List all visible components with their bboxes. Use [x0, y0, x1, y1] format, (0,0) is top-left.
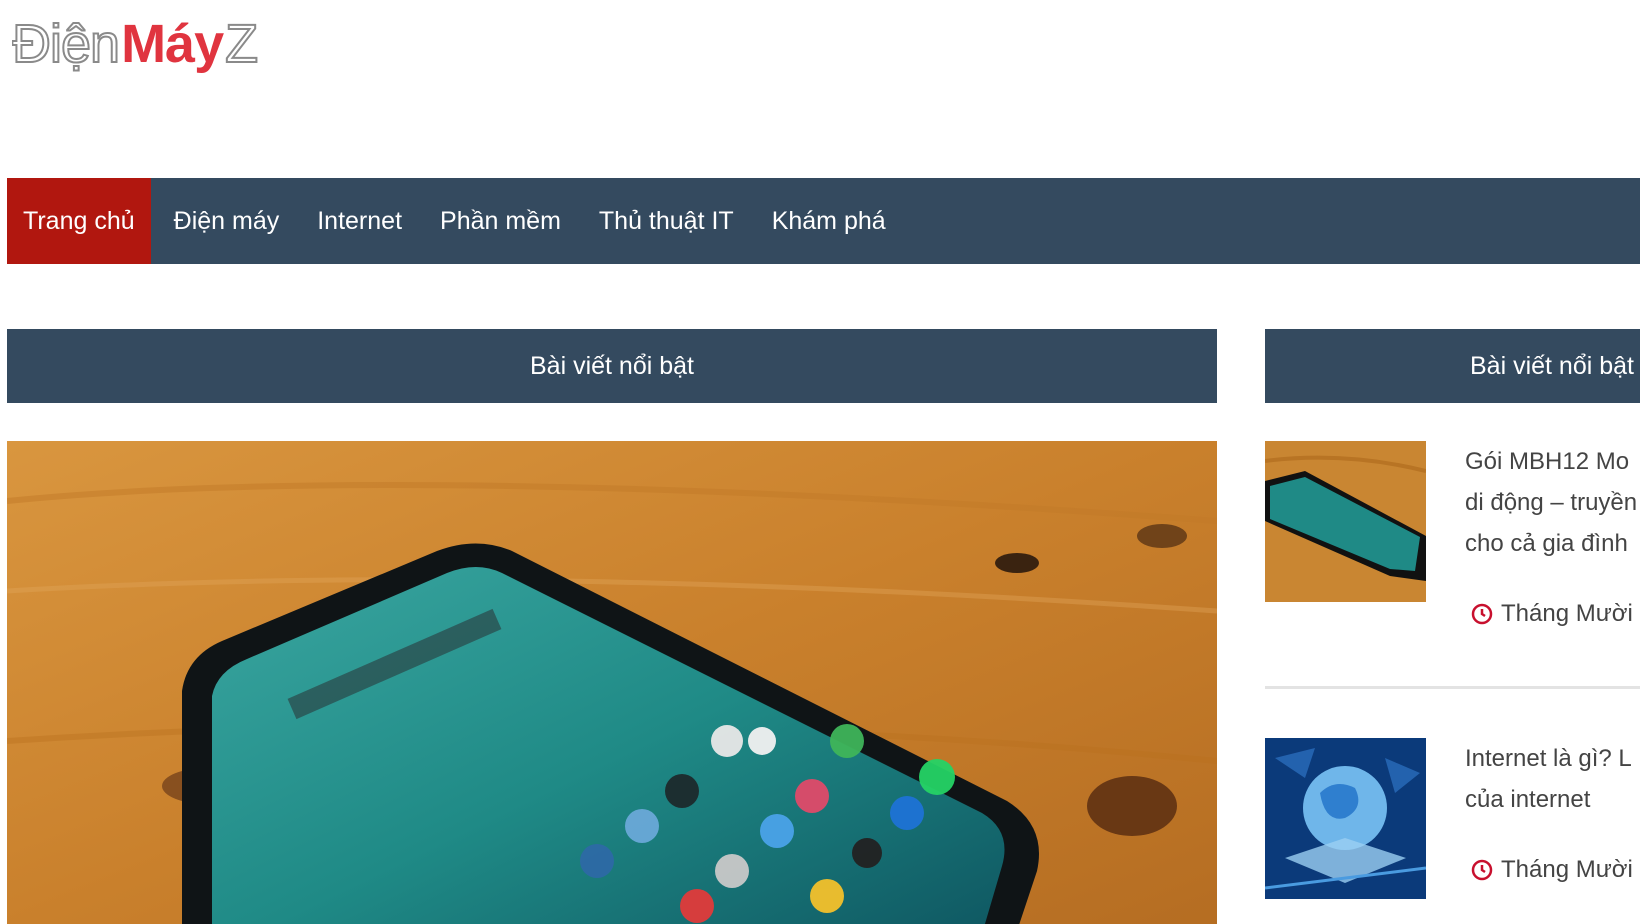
nav-item-dien-may[interactable]: Điện máy — [155, 178, 299, 264]
featured-post-image[interactable] — [7, 441, 1217, 924]
post-title[interactable]: Internet là gì? L của internet — [1465, 738, 1640, 820]
post-title-line: di động – truyền — [1465, 489, 1638, 516]
post-date: Tháng Mười — [1471, 600, 1633, 628]
sidebar-divider — [1265, 686, 1640, 689]
site-logo[interactable]: Điện Máy Z — [12, 10, 322, 80]
sidebar-featured-header: Bài viết nổi bật — [1265, 329, 1640, 403]
sidebar-post-1[interactable]: Gói MBH12 Mo di động – truyền cho cả gia… — [1265, 441, 1640, 627]
post-date-text: Tháng Mười — [1501, 856, 1633, 883]
post-thumbnail[interactable] — [1265, 441, 1426, 602]
nav-item-thu-thuat-it[interactable]: Thủ thuật IT — [580, 178, 753, 264]
post-title-line: cho cả gia đình — [1465, 530, 1628, 557]
nav-item-kham-pha[interactable]: Khám phá — [753, 178, 905, 264]
post-date-text: Tháng Mười — [1501, 600, 1633, 627]
sidebar-post-2[interactable]: Internet là gì? L của internet Tháng Mườ… — [1265, 738, 1640, 908]
featured-posts-header: Bài viết nổi bật — [7, 329, 1217, 403]
logo-part-may: Máy — [121, 14, 224, 74]
clock-icon — [1471, 603, 1493, 625]
post-title-line: Gói MBH12 Mo — [1465, 448, 1630, 475]
clock-icon — [1471, 859, 1493, 881]
post-title-line: Internet là gì? L — [1465, 745, 1632, 772]
main-nav: Trang chủ Điện máy Internet Phần mềm Thủ… — [7, 178, 1640, 264]
nav-item-internet[interactable]: Internet — [298, 178, 421, 264]
logo-part-dien: Điện — [12, 14, 119, 74]
post-title-line: của internet — [1465, 786, 1591, 813]
nav-item-phan-mem[interactable]: Phần mềm — [421, 178, 580, 264]
post-title[interactable]: Gói MBH12 Mo di động – truyền cho cả gia… — [1465, 441, 1640, 564]
nav-item-trang-chu[interactable]: Trang chủ — [7, 178, 151, 264]
globe-thumbnail-image — [1265, 738, 1426, 899]
logo-image: Điện Máy Z — [12, 13, 259, 75]
smartphone-photo — [7, 441, 1217, 924]
phone-thumbnail-image — [1265, 441, 1426, 602]
post-date: Tháng Mười — [1471, 856, 1633, 884]
logo-part-z: Z — [225, 14, 258, 74]
post-thumbnail[interactable] — [1265, 738, 1426, 899]
